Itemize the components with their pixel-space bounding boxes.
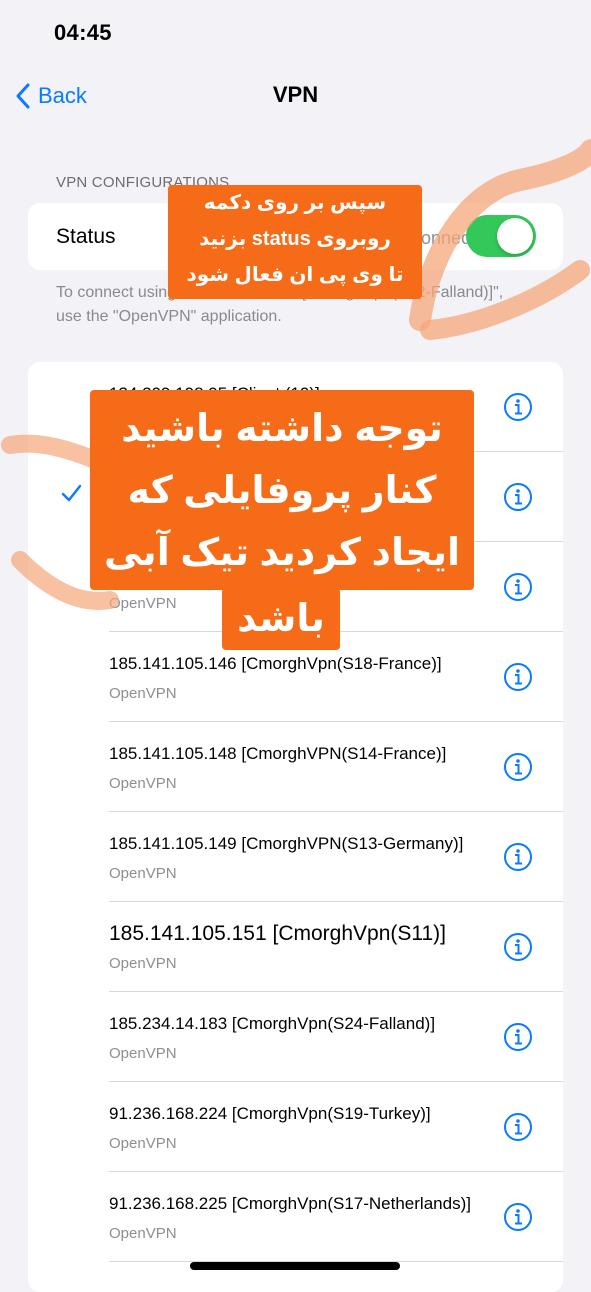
status-hint-annotation: سپس بر روی دکمه روبروی status بزنید تا و… (168, 185, 422, 299)
vpn-config-name: 91.236.168.224 [CmorghVpn(S19-Turkey)] (109, 1104, 431, 1123)
vpn-config-row[interactable]: 185.141.105.149 [CmorghVPN(S13-Germany)]… (28, 812, 563, 902)
annotation-line: ایجاد کردید تیک آبی (103, 532, 460, 574)
vpn-config-type: OpenVPN (109, 1045, 177, 1062)
info-circle-icon[interactable] (503, 1022, 533, 1052)
vpn-config-name: 185.234.14.183 [CmorghVpn(S24-Falland)] (109, 1014, 436, 1033)
annotation-line: تا وی پی ان فعال شود (186, 264, 404, 286)
vpn-config-row[interactable]: 91.236.168.225 [CmorghVpn(S17-Netherland… (28, 1172, 563, 1262)
info-circle-icon[interactable] (503, 842, 533, 872)
vpn-config-name: 185.141.105.151 [CmorghVpn(S11)] (109, 922, 447, 945)
checkmark-icon (60, 482, 82, 504)
check-hint-annotation: توجه داشته باشید کنار پروفایلی که ایجاد … (90, 390, 474, 590)
page-title: VPN (272, 82, 319, 107)
vpn-config-type: OpenVPN (109, 685, 177, 702)
info-circle-icon[interactable] (503, 752, 533, 782)
info-circle-icon[interactable] (503, 1112, 533, 1142)
vpn-config-type: OpenVPN (109, 1225, 177, 1242)
info-circle-icon[interactable] (503, 1202, 533, 1232)
annotation-line: توجه داشته باشید (121, 408, 443, 450)
annotation-line: روبروی status بزنید (199, 228, 391, 250)
info-circle-icon[interactable] (503, 572, 533, 602)
vpn-config-name: 185.141.105.149 [CmorghVPN(S13-Germany)] (109, 834, 464, 853)
vpn-config-type: OpenVPN (109, 1135, 177, 1152)
vpn-config-row[interactable]: 185.141.105.148 [CmorghVPN(S14-France)] O… (28, 722, 563, 812)
vpn-config-row[interactable]: 185.234.14.183 [CmorghVpn(S24-Falland)] O… (28, 992, 563, 1082)
toggle-knob (497, 218, 533, 254)
vpn-config-type: OpenVPN (109, 775, 177, 792)
info-circle-icon[interactable] (503, 482, 533, 512)
vpn-config-type: OpenVPN (109, 595, 177, 612)
info-circle-icon[interactable] (503, 392, 533, 422)
vpn-config-type: OpenVPN (109, 865, 177, 882)
vpn-config-name: 185.141.105.146 [CmorghVpn(S18-France)] (109, 654, 442, 673)
vpn-config-name: 185.141.105.148 [CmorghVPN(S14-France)] (109, 744, 447, 763)
check-hint-annotation-tail: باشد (222, 588, 340, 650)
vpn-config-row[interactable]: 91.236.168.224 [CmorghVpn(S19-Turkey)] Op… (28, 1082, 563, 1172)
annotation-line: کنار پروفایلی که (127, 470, 437, 512)
vpn-config-name: 91.236.168.225 [CmorghVpn(S17-Netherland… (109, 1194, 471, 1213)
status-label: Status (56, 225, 116, 248)
vpn-config-type: OpenVPN (109, 955, 177, 972)
info-circle-icon[interactable] (503, 662, 533, 692)
status-bar-time: 04:45 (54, 20, 112, 45)
vpn-config-row[interactable]: 185.141.105.151 [CmorghVpn(S11)] OpenVPN (28, 902, 563, 992)
home-indicator (190, 1262, 400, 1270)
info-circle-icon[interactable] (503, 932, 533, 962)
status-toggle[interactable] (466, 215, 536, 257)
annotation-line: سپس بر روی دکمه (203, 192, 387, 214)
